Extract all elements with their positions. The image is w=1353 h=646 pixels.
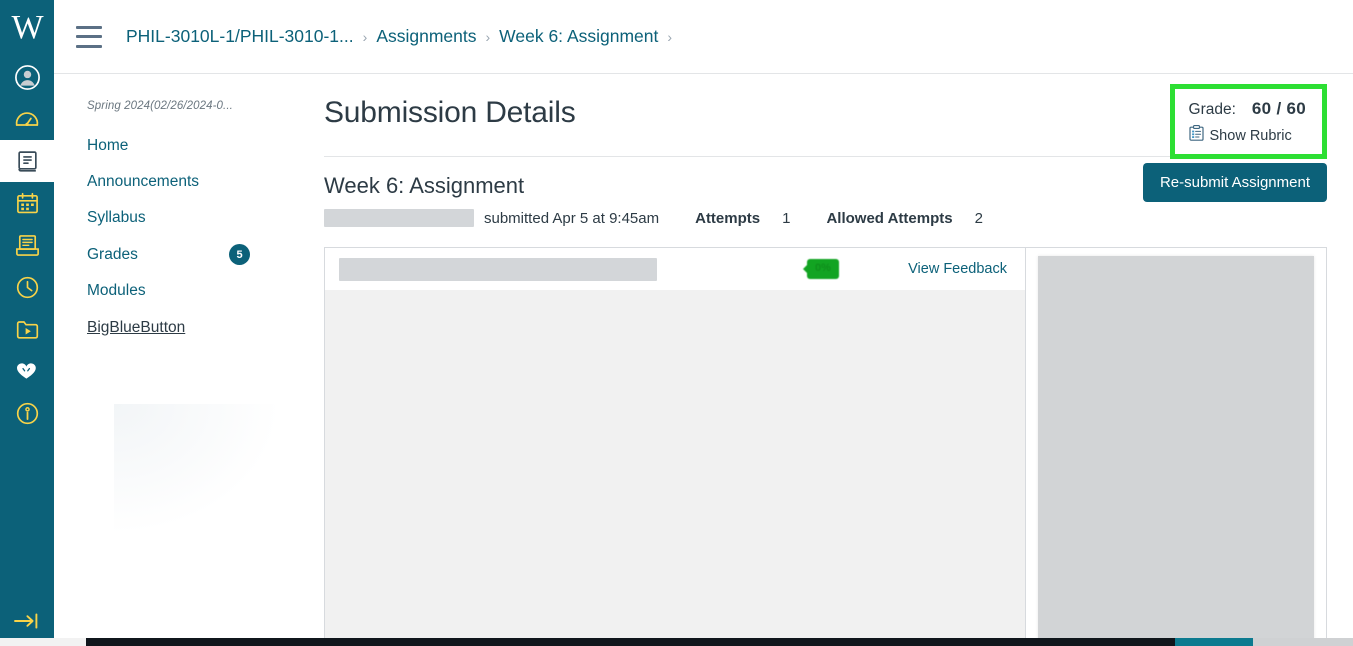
content-header: Submission Details Grade: 60 / 60 Show R… bbox=[324, 84, 1327, 159]
page-scroll-gutter[interactable] bbox=[1347, 74, 1353, 646]
content-area: Submission Details Grade: 60 / 60 Show R… bbox=[284, 74, 1353, 646]
canvas-submission-details-page: W PHIL-3010L-1/PHIL-3010-1... › Assignme… bbox=[0, 0, 1353, 646]
breadcrumb-separator-icon: › bbox=[362, 28, 368, 45]
breadcrumb-item-assignment[interactable]: Week 6: Assignment bbox=[499, 26, 658, 47]
inbox-icon[interactable] bbox=[0, 224, 54, 266]
dashboard-icon[interactable] bbox=[0, 98, 54, 140]
studio-icon[interactable] bbox=[0, 308, 54, 350]
courses-icon[interactable] bbox=[0, 140, 54, 182]
breadcrumb-bar: PHIL-3010L-1/PHIL-3010-1... › Assignment… bbox=[54, 0, 1353, 74]
institution-logo[interactable]: W bbox=[0, 0, 54, 56]
attempts-value: 1 bbox=[782, 209, 791, 227]
course-term-label: Spring 2024(02/26/2024-0... bbox=[87, 100, 233, 112]
submission-preview: 0% View Feedback bbox=[324, 247, 1327, 646]
view-feedback-link[interactable]: View Feedback bbox=[908, 261, 1007, 277]
course-nav-label: BigBlueButton bbox=[87, 318, 186, 336]
grades-badge: 5 bbox=[229, 244, 250, 266]
history-icon[interactable] bbox=[0, 266, 54, 308]
course-navigation: Spring 2024(02/26/2024-0... Home Announc… bbox=[54, 74, 284, 646]
assignment-summary: Week 6: Assignment submitted Apr 5 at 9:… bbox=[324, 157, 1327, 227]
breadcrumb-item-assignments[interactable]: Assignments bbox=[376, 26, 476, 47]
submission-panel: 0% View Feedback bbox=[325, 248, 1026, 646]
document-preview-panel bbox=[1026, 248, 1326, 646]
show-rubric-link[interactable]: Show Rubric bbox=[1188, 125, 1306, 146]
course-nav-item-bigbluebutton[interactable]: BigBlueButton bbox=[78, 310, 284, 346]
student-name-redacted bbox=[324, 209, 474, 227]
course-nav-label: Grades bbox=[87, 245, 138, 263]
breadcrumb-separator-icon: › bbox=[667, 28, 673, 45]
grade-highlight-box: Grade: 60 / 60 Show Rubric bbox=[1169, 84, 1327, 159]
attempts-label: Attempts bbox=[695, 209, 761, 227]
allowed-attempts-value: 2 bbox=[974, 209, 983, 227]
course-nav-label: Modules bbox=[87, 282, 146, 300]
strip-teal bbox=[1175, 638, 1253, 646]
rubric-icon bbox=[1188, 125, 1204, 146]
breadcrumb: PHIL-3010L-1/PHIL-3010-1... › Assignment… bbox=[126, 26, 681, 47]
main-region: PHIL-3010L-1/PHIL-3010-1... › Assignment… bbox=[54, 0, 1353, 646]
page-body: Spring 2024(02/26/2024-0... Home Announc… bbox=[54, 74, 1353, 646]
submitted-timestamp: submitted Apr 5 at 9:45am bbox=[484, 209, 660, 227]
attempts-group: Attempts 1 bbox=[695, 210, 790, 227]
submission-score-badge: 0% bbox=[807, 259, 839, 279]
strip-dark bbox=[86, 638, 1175, 646]
course-nav-item-grades[interactable]: Grades 5 bbox=[78, 236, 284, 273]
course-nav-label: Announcements bbox=[87, 173, 200, 191]
show-rubric-label: Show Rubric bbox=[1209, 127, 1292, 144]
document-page-placeholder bbox=[1038, 256, 1314, 646]
bottom-toolbar-strip bbox=[0, 638, 1353, 646]
strip-left bbox=[0, 638, 86, 646]
allowed-attempts-label: Allowed Attempts bbox=[826, 209, 953, 227]
calendar-icon[interactable] bbox=[0, 182, 54, 224]
course-nav-item-syllabus[interactable]: Syllabus bbox=[78, 200, 284, 236]
course-nav-item-modules[interactable]: Modules bbox=[78, 273, 284, 309]
course-nav-item-home[interactable]: Home bbox=[78, 128, 284, 164]
submission-file-row: 0% View Feedback bbox=[325, 248, 1025, 290]
allowed-attempts-group: Allowed Attempts 2 bbox=[826, 210, 982, 227]
resubmit-assignment-button[interactable]: Re-submit Assignment bbox=[1142, 163, 1327, 202]
grade-score: 60 / 60 bbox=[1251, 99, 1306, 118]
breadcrumb-item-course[interactable]: PHIL-3010L-1/PHIL-3010-1... bbox=[126, 26, 354, 47]
resources-icon[interactable] bbox=[0, 350, 54, 392]
global-navigation: W bbox=[0, 0, 54, 646]
course-nav-item-announcements[interactable]: Announcements bbox=[78, 164, 284, 200]
grade-line: Grade: 60 / 60 bbox=[1189, 99, 1306, 119]
course-nav-label: Home bbox=[87, 137, 129, 154]
assignment-meta-row: submitted Apr 5 at 9:45am Attempts 1 All… bbox=[324, 209, 1327, 227]
account-icon[interactable] bbox=[0, 56, 54, 98]
submission-document-body bbox=[325, 290, 1025, 646]
menu-icon[interactable] bbox=[76, 25, 102, 48]
submission-filename-redacted bbox=[339, 257, 657, 281]
breadcrumb-separator-icon: › bbox=[485, 28, 491, 45]
grade-label: Grade: bbox=[1188, 101, 1236, 118]
strip-gray bbox=[1253, 638, 1353, 646]
course-nav-label: Syllabus bbox=[87, 209, 146, 227]
help-icon[interactable] bbox=[0, 392, 54, 434]
